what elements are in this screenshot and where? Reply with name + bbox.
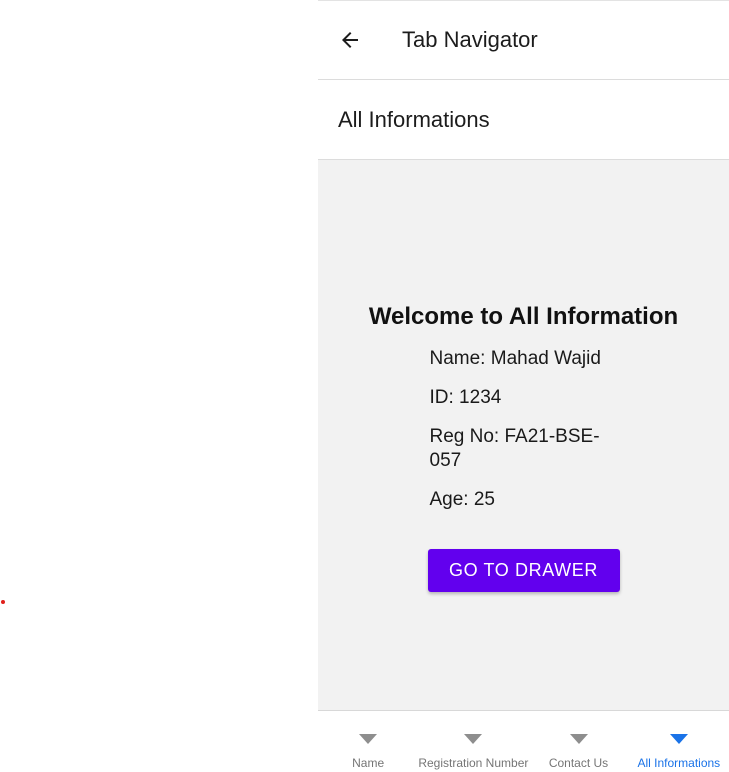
screen: Tab Navigator All Informations Welcome t… <box>0 0 729 772</box>
tab-label: Name <box>352 756 385 770</box>
tab-all-informations[interactable]: All Informations <box>629 711 729 772</box>
welcome-heading: Welcome to All Information <box>368 302 679 330</box>
screen-title: All Informations <box>338 106 490 132</box>
tab-label: Contact Us <box>548 756 609 770</box>
go-to-drawer-button[interactable]: GO TO DRAWER <box>427 548 620 592</box>
bottom-tab-bar: Name Registration Number Contact Us All … <box>318 710 729 772</box>
info-list: Name: Mahad Wajid ID: 1234 Reg No: FA21-… <box>418 347 630 527</box>
screen-title-bar: All Informations <box>318 80 729 160</box>
triangle-down-icon <box>669 734 688 744</box>
tab-label: Registration Number <box>418 756 529 770</box>
header: Tab Navigator <box>318 0 729 80</box>
age-text: Age: 25 <box>429 488 496 510</box>
id-text: ID: 1234 <box>429 386 502 408</box>
triangle-down-icon <box>359 734 378 744</box>
content-area: Welcome to All Information Name: Mahad W… <box>318 160 729 710</box>
back-button[interactable] <box>318 8 382 72</box>
reg-no-text: Reg No: FA21-BSE-057 <box>429 425 600 471</box>
tab-registration-number[interactable]: Registration Number <box>418 711 528 772</box>
arrow-left-icon <box>342 32 358 48</box>
tab-name[interactable]: Name <box>318 711 418 772</box>
app-window: Tab Navigator All Informations Welcome t… <box>318 0 729 772</box>
triangle-down-icon <box>464 734 483 744</box>
triangle-down-icon <box>569 734 588 744</box>
red-dot <box>1 600 5 604</box>
name-text: Name: Mahad Wajid <box>429 347 601 369</box>
header-title: Tab Navigator <box>402 27 538 52</box>
tab-label: All Informations <box>637 756 721 770</box>
tab-contact-us[interactable]: Contact Us <box>528 711 628 772</box>
